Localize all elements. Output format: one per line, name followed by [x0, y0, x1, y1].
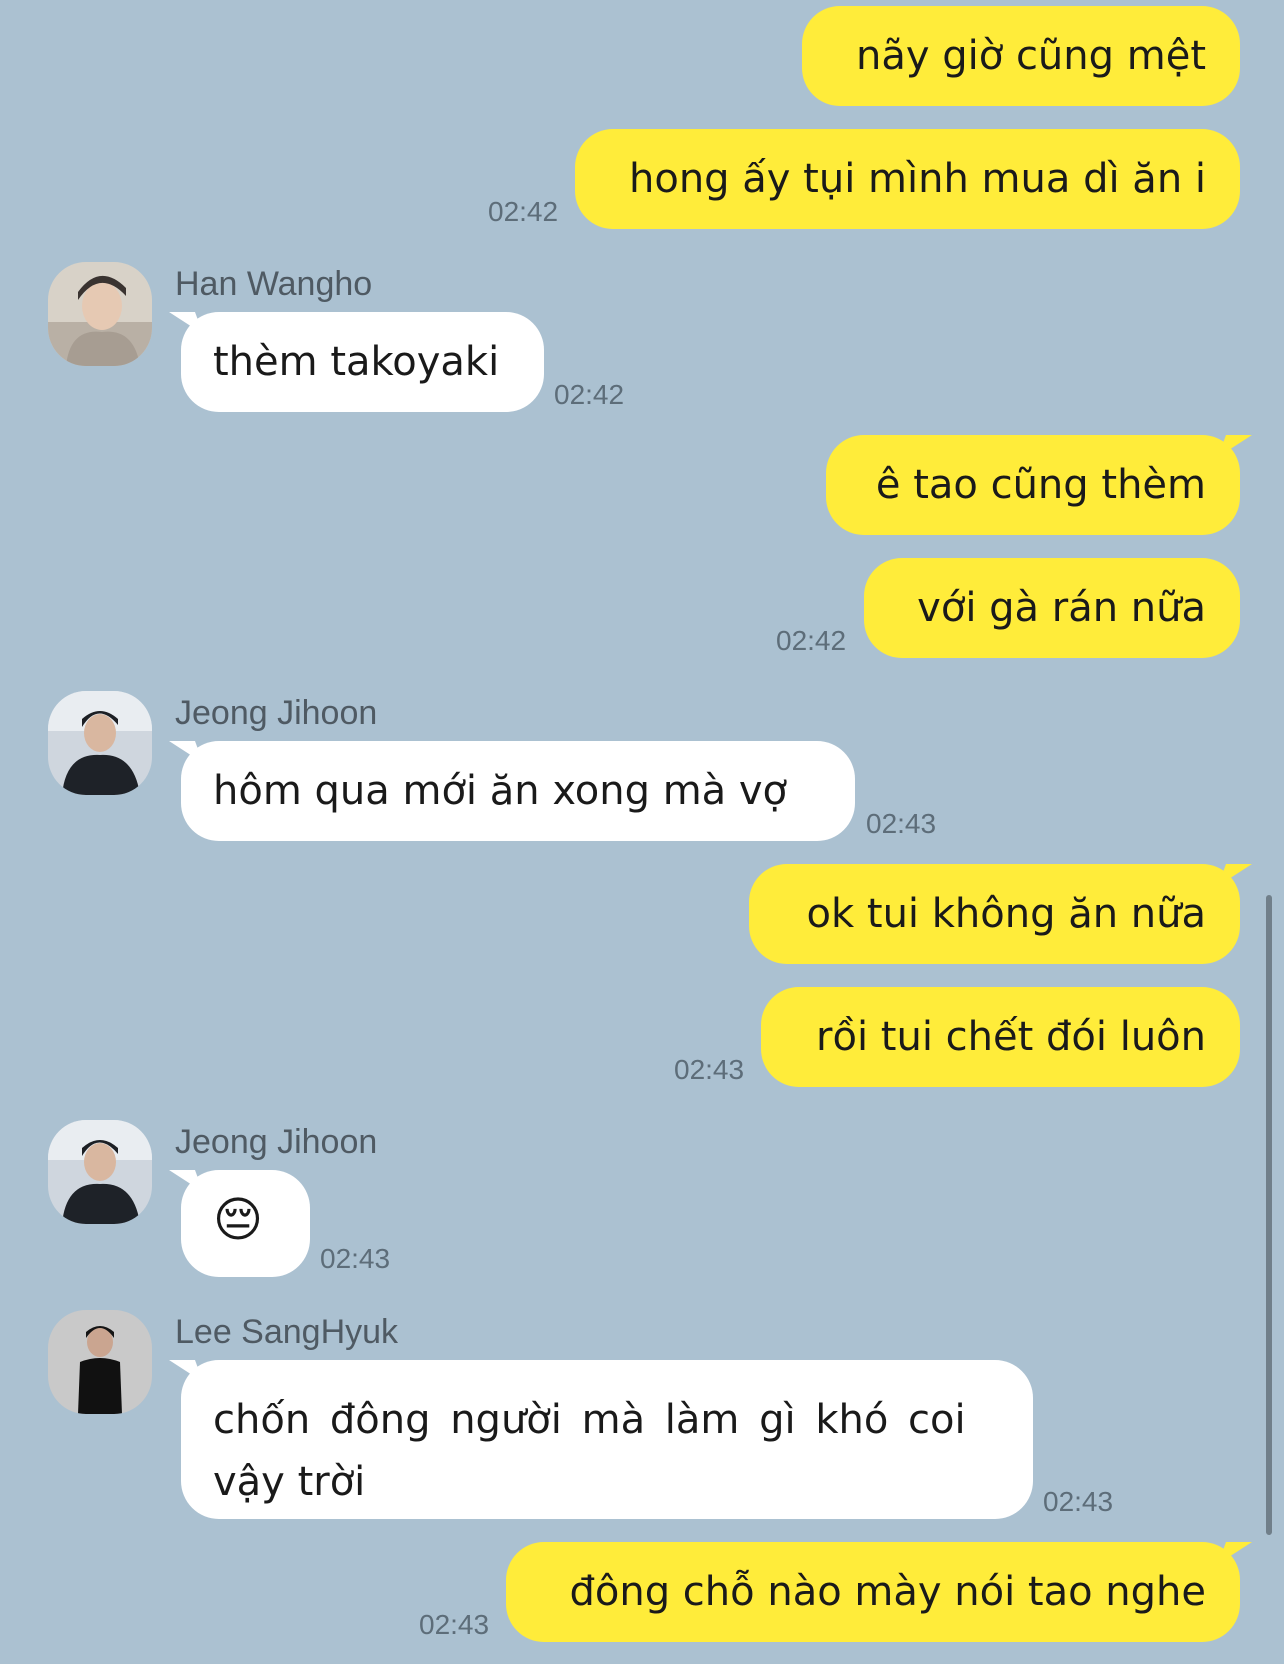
message-timestamp: 02:43 [419, 1609, 490, 1640]
message-timestamp: 02:42 [554, 379, 625, 410]
message-timestamp: 02:43 [866, 808, 937, 839]
pensive-face-emoji: 😔 [213, 1192, 264, 1248]
avatar-photo [48, 1310, 152, 1414]
scrollbar[interactable] [1266, 895, 1272, 1535]
avatar-photo [48, 262, 152, 366]
message-bubble-outgoing[interactable]: ok tui không ăn nữa [749, 864, 1240, 964]
message-bubble-incoming[interactable]: chốn đông người mà làm gì khó coi vậy tr… [181, 1360, 1033, 1519]
message-text: hong ấy tụi mình mua dì ăn i [629, 156, 1206, 202]
message-timestamp: 02:43 [1043, 1486, 1114, 1517]
message-text: nãy giờ cũng mệt [856, 33, 1206, 79]
message-text-line: chốn đông người mà làm gì khó coi [213, 1397, 966, 1443]
message-timestamp: 02:43 [674, 1054, 745, 1085]
avatar-photo [48, 691, 152, 795]
message-text: hôm qua mới ăn xong mà vợ [213, 768, 788, 814]
message-bubble-incoming[interactable]: 😔 [181, 1170, 310, 1277]
avatar[interactable] [48, 262, 152, 366]
avatar[interactable] [48, 1120, 152, 1224]
message-timestamp: 02:43 [320, 1243, 391, 1274]
sender-name: Lee SangHyuk [175, 1313, 399, 1351]
message-bubble-outgoing[interactable]: ê tao cũng thèm [826, 435, 1240, 535]
message-text: đông chỗ nào mày nói tao nghe [569, 1569, 1206, 1615]
sender-name: Han Wangho [175, 265, 373, 303]
message-text: với gà rán nữa [917, 585, 1206, 631]
message-timestamp: 02:42 [776, 625, 847, 656]
avatar-photo [48, 1120, 152, 1224]
message-bubble-outgoing[interactable]: rồi tui chết đói luôn [761, 987, 1240, 1087]
message-text-line: vậy trời [213, 1459, 366, 1505]
message-bubble-outgoing[interactable]: hong ấy tụi mình mua dì ăn i [575, 129, 1240, 229]
sender-name: Jeong Jihoon [175, 1123, 378, 1161]
avatar[interactable] [48, 1310, 152, 1414]
sender-name: Jeong Jihoon [175, 694, 378, 732]
message-timestamp: 02:42 [488, 196, 559, 227]
message-text: rồi tui chết đói luôn [816, 1014, 1206, 1060]
message-bubble-outgoing[interactable]: nãy giờ cũng mệt [802, 6, 1240, 106]
message-bubble-incoming[interactable]: thèm takoyaki [181, 312, 544, 412]
message-text: thèm takoyaki [213, 339, 500, 385]
message-bubble-incoming[interactable]: hôm qua mới ăn xong mà vợ [181, 741, 855, 841]
avatar[interactable] [48, 691, 152, 795]
message-bubble-outgoing[interactable]: đông chỗ nào mày nói tao nghe [506, 1542, 1240, 1642]
message-bubble-outgoing[interactable]: với gà rán nữa [864, 558, 1240, 658]
message-text: ok tui không ăn nữa [806, 891, 1206, 937]
message-text: ê tao cũng thèm [875, 462, 1206, 508]
